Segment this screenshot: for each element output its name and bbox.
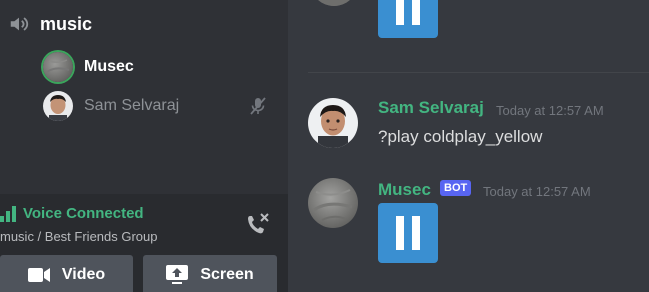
voice-channel-music[interactable]: music	[8, 10, 92, 38]
message-divider	[308, 72, 649, 73]
message-timestamp: Today at 12:57 AM	[483, 184, 591, 199]
voice-user-name: Musec	[84, 58, 134, 75]
message-text: ?play coldplay_yellow	[378, 127, 543, 146]
voice-user-musec[interactable]: Musec	[43, 52, 134, 82]
pause-icon	[396, 216, 404, 250]
pause-button[interactable]	[378, 203, 438, 263]
avatar	[43, 52, 73, 82]
camera-icon	[27, 268, 50, 282]
disconnect-icon[interactable]	[244, 210, 272, 238]
screen-share-button[interactable]: Screen	[143, 255, 277, 292]
video-button[interactable]: Video	[0, 255, 133, 292]
avatar	[43, 91, 73, 121]
voice-channel-location[interactable]: music / Best Friends Group	[0, 229, 158, 244]
channel-name: music	[40, 13, 93, 34]
message-timestamp: Today at 12:57 AM	[496, 103, 604, 118]
pause-button[interactable]	[378, 0, 438, 38]
speaker-icon	[10, 17, 29, 31]
screen-share-icon	[166, 265, 189, 284]
pause-icon	[396, 0, 404, 25]
avatar[interactable]	[308, 98, 358, 148]
mic-muted-icon	[250, 97, 266, 115]
avatar[interactable]	[308, 178, 358, 228]
voice-connected-status[interactable]: Voice Connected	[23, 205, 144, 222]
video-button-label: Video	[61, 266, 106, 283]
message-author[interactable]: Musec	[378, 180, 431, 200]
voice-user-sam-selvaraj[interactable]: Sam Selvaraj	[43, 91, 179, 121]
screen-button-label: Screen	[200, 266, 254, 283]
signal-icon	[0, 206, 16, 222]
voice-user-name: Sam Selvaraj	[84, 97, 180, 114]
bot-tag: BOT	[440, 180, 472, 196]
message-author[interactable]: Sam Selvaraj	[378, 98, 484, 118]
